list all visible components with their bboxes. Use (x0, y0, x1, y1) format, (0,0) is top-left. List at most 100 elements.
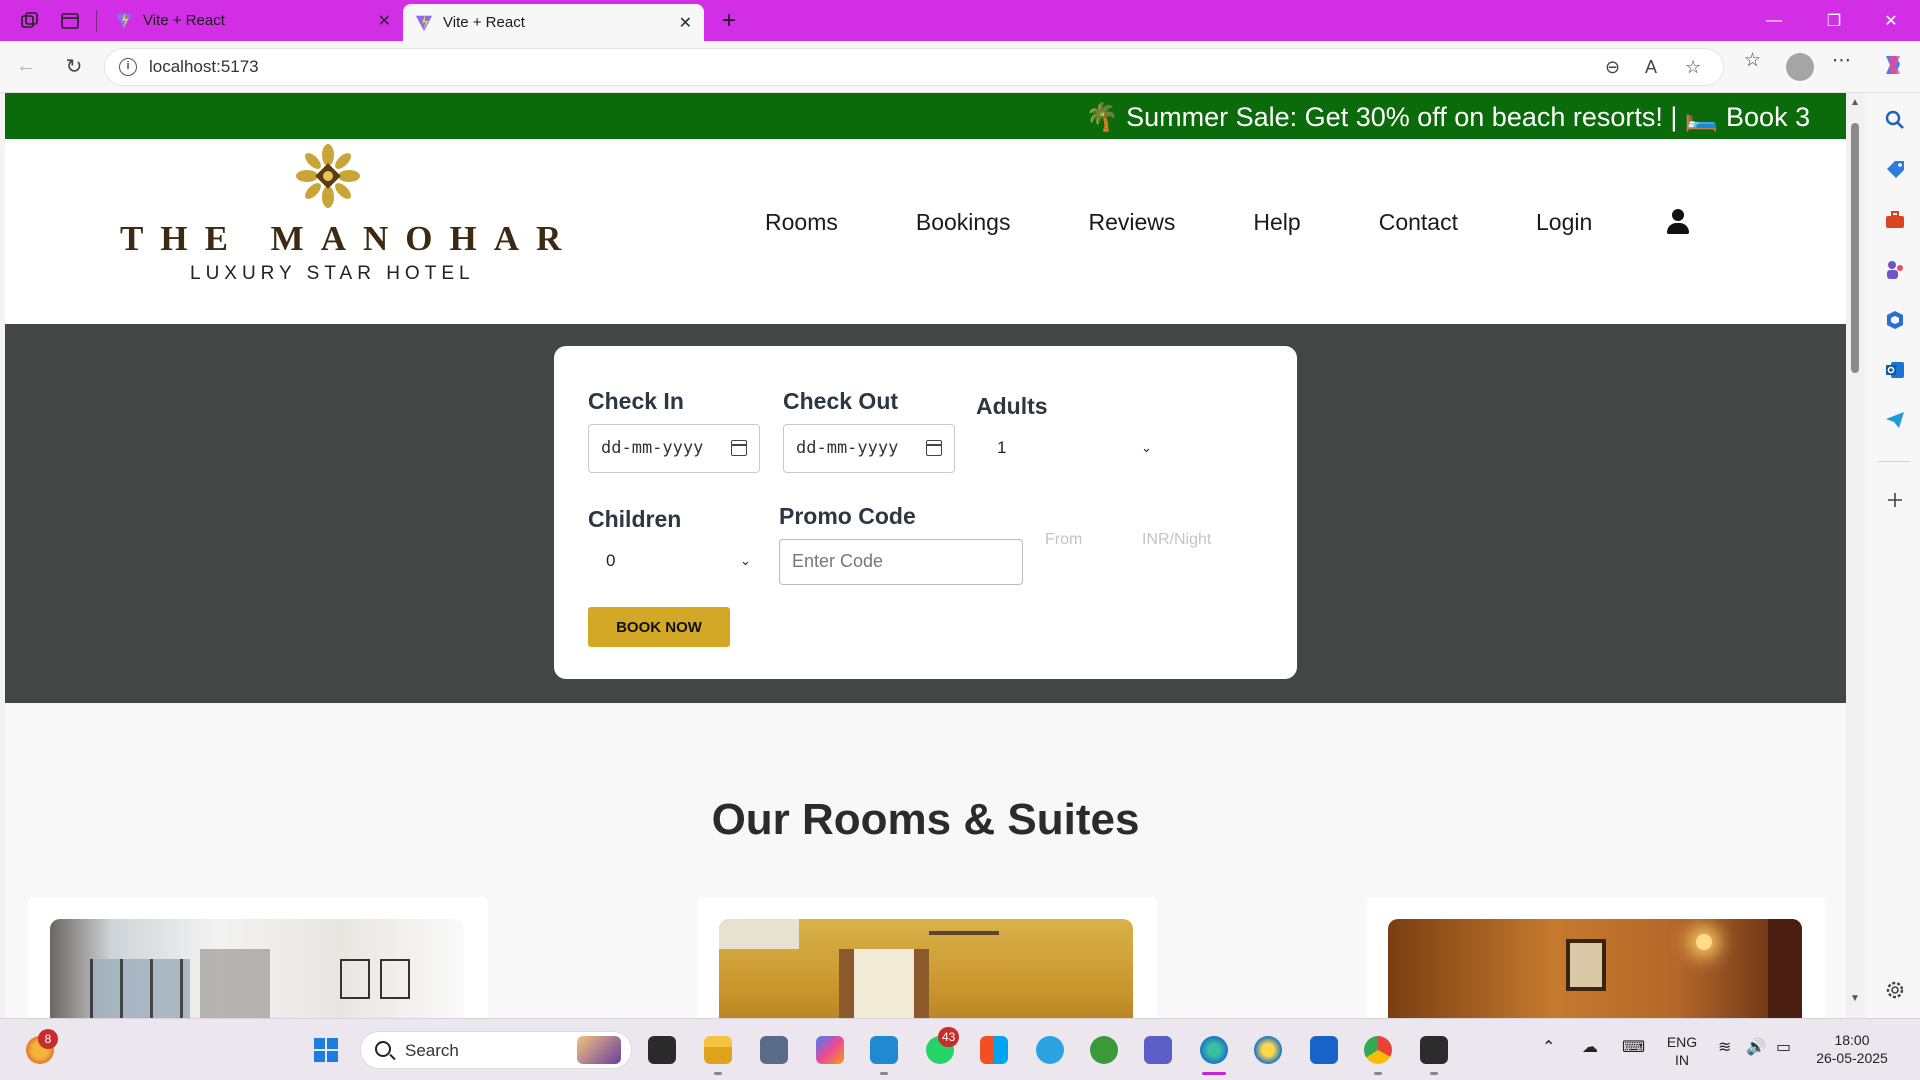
copilot-icon[interactable] (1880, 52, 1906, 84)
scroll-down-icon[interactable]: ▼ (1850, 993, 1860, 1004)
language-indicator[interactable]: ENG IN (1664, 1033, 1700, 1069)
telegram-send-icon[interactable] (1884, 409, 1906, 431)
room-image[interactable] (719, 919, 1133, 1018)
promo-code-label: Promo Code (779, 503, 916, 529)
calendar-icon[interactable] (731, 440, 747, 456)
running-indicator (714, 1072, 722, 1075)
tab-actions-icon[interactable] (52, 3, 88, 39)
chrome-icon[interactable] (1364, 1036, 1392, 1064)
nav-contact[interactable]: Contact (1379, 209, 1458, 236)
site-info-icon[interactable]: i (119, 57, 137, 76)
edge-sidebar (1868, 93, 1920, 1018)
back-icon[interactable]: ← (4, 45, 48, 89)
scroll-up-icon[interactable]: ▲ (1850, 97, 1860, 108)
clock[interactable]: 18:00 26-05-2025 (1810, 1031, 1894, 1067)
nav-reviews[interactable]: Reviews (1088, 209, 1175, 236)
tab-title: Vite + React (143, 12, 225, 29)
green-app-icon[interactable] (1090, 1036, 1118, 1064)
url-field[interactable]: i localhost:5173 ⊖ A ☆ (104, 47, 1724, 86)
adults-label: Adults (976, 393, 1048, 419)
restore-icon[interactable]: ❐ (1805, 0, 1863, 41)
room-card[interactable] (697, 897, 1157, 1018)
children-select[interactable]: 0 ⌄ (606, 551, 766, 575)
promo-code-input[interactable]: Enter Code (779, 539, 1023, 585)
children-value: 0 (606, 551, 616, 570)
read-aloud-icon[interactable]: A (1645, 57, 1657, 78)
teams-icon[interactable] (1144, 1036, 1172, 1064)
wifi-icon[interactable]: ≋ (1718, 1039, 1731, 1057)
nav-login[interactable]: Login (1536, 209, 1592, 236)
scrollbar-thumb[interactable] (1851, 123, 1859, 373)
page-scrollbar[interactable]: ▲ ▼ (1846, 93, 1864, 1018)
tab-inactive[interactable]: Vite + React ✕ (103, 0, 403, 41)
children-label: Children (588, 506, 682, 532)
profile-avatar[interactable] (1786, 53, 1814, 81)
task-view-icon[interactable] (648, 1036, 676, 1064)
battery-icon[interactable]: ▭ (1776, 1039, 1791, 1057)
workspaces-icon[interactable] (12, 3, 48, 39)
check-in-date-input[interactable]: dd-mm-yyyy (588, 424, 760, 473)
outlook-icon[interactable] (1884, 359, 1906, 381)
nav-rooms[interactable]: Rooms (765, 209, 838, 236)
weather-badge: 8 (38, 1029, 58, 1049)
edge-dev-icon[interactable] (1254, 1036, 1282, 1064)
volume-icon[interactable]: 🔊 (1746, 1039, 1766, 1057)
hotel-logo[interactable]: THE MANOHAR LUXURY STAR HOTEL (120, 139, 561, 289)
room-image[interactable] (1388, 919, 1802, 1018)
nav-help[interactable]: Help (1253, 209, 1300, 236)
site-header: THE MANOHAR LUXURY STAR HOTEL Rooms Book… (5, 139, 1846, 324)
edge-browser-icon[interactable] (1200, 1036, 1228, 1064)
settings-gear-icon[interactable] (1884, 979, 1906, 1001)
tab-divider (96, 9, 97, 32)
close-tab-icon[interactable]: ✕ (679, 13, 692, 33)
keyboard-icon[interactable]: ⌨ (1622, 1039, 1645, 1057)
browser-tab-bar: Vite + React ✕ Vite + React ✕ + — ❐ ✕ (0, 0, 1920, 41)
nav-bookings[interactable]: Bookings (916, 209, 1011, 236)
running-indicator (1374, 1072, 1382, 1075)
calculator-icon[interactable] (760, 1036, 788, 1064)
running-indicator-active (1202, 1072, 1226, 1075)
terminal-icon[interactable] (1420, 1036, 1448, 1064)
close-tab-icon[interactable]: ✕ (378, 11, 391, 31)
onedrive-icon[interactable]: ☁ (1582, 1039, 1598, 1057)
taskbar-search[interactable]: Search (360, 1031, 632, 1069)
book-now-button[interactable]: BOOK NOW (588, 607, 730, 647)
microsoft-store-icon[interactable] (980, 1036, 1008, 1064)
search-icon (375, 1041, 391, 1057)
vite-favicon-icon (115, 12, 133, 29)
favorite-star-icon[interactable]: ☆ (1685, 57, 1701, 78)
calendar-icon[interactable] (926, 440, 942, 456)
user-account-icon[interactable] (1667, 209, 1689, 235)
room-card[interactable] (28, 897, 488, 1018)
more-menu-icon[interactable]: ⋯ (1832, 49, 1851, 72)
shopping-tag-icon[interactable] (1884, 159, 1906, 181)
file-explorer-icon[interactable] (704, 1036, 732, 1064)
clock-date: 26-05-2025 (1816, 1050, 1888, 1066)
room-image[interactable] (50, 919, 464, 1018)
microsoft-365-icon[interactable] (1884, 309, 1906, 331)
zoom-out-icon[interactable]: ⊖ (1605, 57, 1620, 78)
check-out-date-input[interactable]: dd-mm-yyyy (783, 424, 955, 473)
tools-briefcase-icon[interactable] (1884, 209, 1906, 231)
refresh-icon[interactable]: ↻ (52, 45, 96, 89)
vscode-icon[interactable] (870, 1036, 898, 1064)
windows-start-icon[interactable] (312, 1036, 340, 1064)
check-out-value: dd-mm-yyyy (796, 438, 899, 458)
new-tab-button[interactable]: + (714, 7, 744, 35)
page-viewport: 🌴 Summer Sale: Get 30% off on beach reso… (5, 93, 1846, 1018)
logo-subtitle: LUXURY STAR HOTEL (190, 263, 475, 284)
games-icon[interactable] (1884, 259, 1906, 281)
minimize-icon[interactable]: — (1745, 0, 1803, 41)
show-hidden-icons[interactable]: ⌃ (1542, 1039, 1555, 1057)
running-indicator (1430, 1072, 1438, 1075)
telegram-icon[interactable] (1036, 1036, 1064, 1064)
favorites-icon[interactable]: ☆ (1744, 49, 1761, 72)
copilot-app-icon[interactable] (816, 1036, 844, 1064)
adults-select[interactable]: 1 ⌄ (997, 438, 1157, 462)
search-icon[interactable] (1884, 109, 1906, 131)
myhp-icon[interactable] (1310, 1036, 1338, 1064)
close-window-icon[interactable]: ✕ (1862, 0, 1920, 41)
add-icon[interactable] (1884, 489, 1906, 511)
room-card[interactable] (1366, 897, 1826, 1018)
tab-active[interactable]: Vite + React ✕ (403, 4, 704, 41)
